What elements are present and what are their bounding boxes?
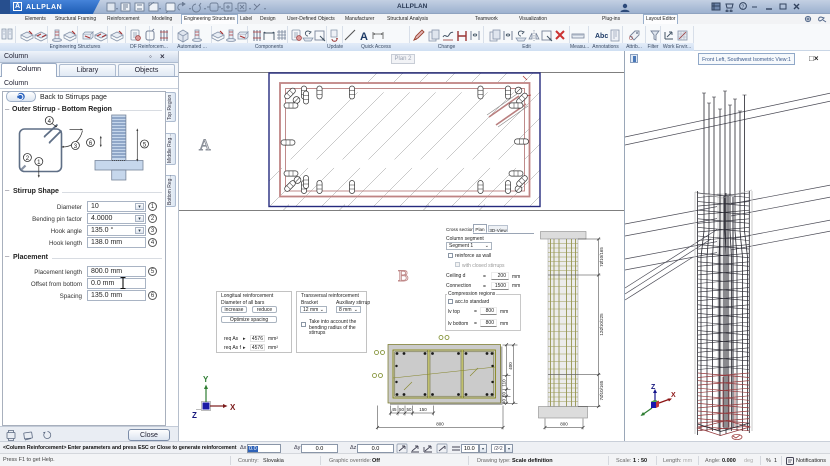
svg-text:40: 40: [502, 399, 507, 405]
svg-text:▾: ▾: [264, 6, 266, 11]
svg-text:▾: ▾: [159, 6, 161, 11]
svg-text:45: 45: [391, 407, 397, 412]
svg-text:800: 800: [560, 422, 568, 427]
svg-text:▾: ▾: [116, 6, 118, 11]
svg-text:Y: Y: [203, 375, 209, 384]
svg-text:50: 50: [406, 407, 412, 412]
svg-text:7Ø10/165: 7Ø10/165: [599, 380, 604, 400]
svg-text:▾: ▾: [235, 6, 237, 11]
svg-text:150: 150: [419, 407, 427, 412]
svg-text:B: B: [398, 268, 409, 285]
svg-text:▾: ▾: [249, 6, 251, 11]
svg-text:800: 800: [436, 422, 444, 427]
svg-text:▾: ▾: [189, 6, 191, 11]
svg-text:12Ø10/225: 12Ø10/225: [599, 313, 604, 336]
svg-text:50: 50: [502, 392, 507, 398]
svg-text:▾: ▾: [221, 6, 223, 11]
svg-text:400: 400: [508, 362, 513, 370]
svg-text:X: X: [671, 392, 676, 399]
svg-text:?: ?: [741, 5, 744, 11]
svg-text:110: 110: [502, 379, 507, 387]
svg-text:▾: ▾: [204, 6, 206, 11]
svg-text:X: X: [230, 403, 236, 412]
svg-text:Z: Z: [192, 411, 197, 420]
svg-text:A: A: [199, 137, 211, 154]
svg-text:50: 50: [399, 407, 405, 412]
svg-text:Z: Z: [651, 384, 656, 391]
svg-text:7Ø10/165: 7Ø10/165: [599, 247, 604, 267]
